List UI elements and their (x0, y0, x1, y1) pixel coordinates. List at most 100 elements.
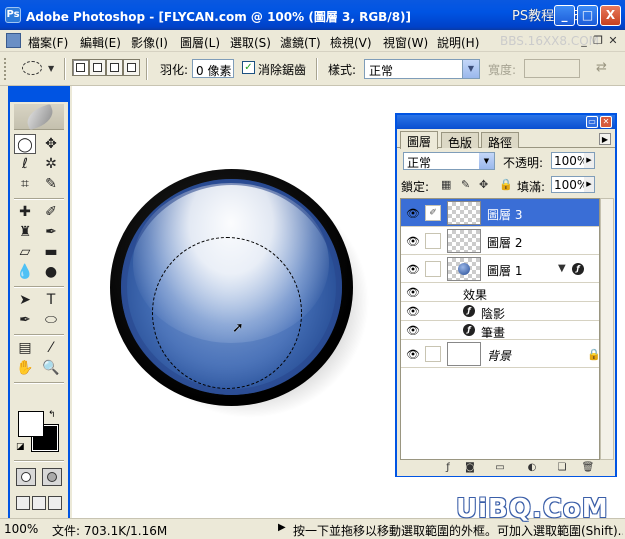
opacity-input[interactable]: 100% ▶ (551, 152, 595, 169)
maximize-button[interactable]: □ (577, 5, 598, 26)
link-cell[interactable] (425, 346, 441, 362)
notes-tool-icon[interactable]: ▤ (14, 338, 36, 358)
link-cell[interactable] (425, 261, 441, 277)
intersect-selection-button[interactable] (123, 59, 140, 76)
screen-mode-standard-button[interactable] (16, 496, 30, 510)
foreground-color-swatch[interactable] (18, 411, 44, 437)
healing-brush-tool-icon[interactable]: ✚ (14, 202, 36, 222)
elliptical-marquee-tool-icon[interactable]: ◯ (14, 134, 36, 154)
layer-row-3[interactable]: 👁 ✐ 圖層 3 (401, 199, 599, 227)
eye-icon[interactable]: 👁 (403, 286, 423, 299)
eye-icon[interactable]: 👁 (403, 305, 423, 318)
crop-tool-icon[interactable]: ⌗ (14, 174, 36, 194)
magic-wand-tool-icon[interactable]: ✲ (40, 154, 62, 174)
screen-mode-full-menu-button[interactable] (32, 496, 46, 510)
menu-layer[interactable]: 圖層(L) (180, 34, 220, 51)
menu-filter[interactable]: 濾鏡(T) (280, 34, 321, 51)
blur-tool-icon[interactable]: 💧 (14, 262, 36, 282)
zoom-tool-icon[interactable]: 🔍 (40, 358, 62, 378)
add-selection-button[interactable] (89, 59, 106, 76)
dodge-tool-icon[interactable]: ● (40, 262, 62, 282)
lasso-tool-icon[interactable]: ℓ (14, 154, 36, 174)
elliptical-selection-marquee[interactable] (152, 237, 302, 389)
expand-effects-icon[interactable]: ▼ (558, 263, 566, 274)
palette-title-bar[interactable]: ▭ ✕ (397, 115, 615, 129)
ellipse-shape-tool-icon[interactable]: ⬭ (40, 310, 62, 330)
effects-header-row[interactable]: 👁 效果 (401, 283, 599, 302)
document-icon[interactable] (6, 33, 21, 48)
quick-mask-button[interactable] (42, 468, 62, 486)
link-cell[interactable] (425, 233, 441, 249)
effect-row-drop-shadow[interactable]: 👁 ƒ 陰影 (401, 302, 599, 321)
layer-row-1[interactable]: 👁 圖層 1 ▼ ƒ (401, 255, 599, 283)
tab-layers[interactable]: 圖層 (400, 131, 439, 149)
palette-menu-button[interactable]: ▶ (599, 133, 611, 145)
swap-colors-icon[interactable]: ↰ (48, 410, 56, 420)
lock-transparency-icon[interactable]: ▦ (441, 178, 451, 191)
move-tool-icon[interactable]: ✥ (40, 134, 62, 154)
eye-icon[interactable]: 👁 (403, 324, 423, 337)
minimize-button[interactable]: _ (554, 5, 575, 26)
doc-restore-button[interactable]: ❐ (591, 34, 605, 48)
menu-image[interactable]: 影像(I) (131, 34, 168, 51)
fill-slider-icon[interactable]: ▶ (584, 177, 594, 192)
tool-preset-dropdown-icon[interactable]: ▼ (48, 64, 54, 73)
options-grip[interactable] (4, 58, 8, 80)
menu-help[interactable]: 說明(H) (437, 34, 479, 51)
style-select[interactable]: 正常 ▼ (364, 59, 480, 79)
toolbox-header[interactable] (14, 103, 64, 131)
new-group-icon[interactable]: ▭ (493, 462, 507, 474)
hand-tool-icon[interactable]: ✋ (14, 358, 36, 378)
palette-close-button[interactable]: ✕ (600, 116, 612, 128)
doc-minimize-button[interactable]: _ (577, 34, 591, 48)
eye-icon[interactable]: 👁 (403, 263, 423, 276)
lock-position-icon[interactable]: ✥ (479, 178, 488, 191)
fill-input[interactable]: 100% ▶ (551, 176, 595, 193)
history-brush-tool-icon[interactable]: ✒ (40, 222, 62, 242)
type-tool-icon[interactable]: T (40, 290, 62, 310)
clone-stamp-tool-icon[interactable]: ♜ (14, 222, 36, 242)
tab-paths[interactable]: 路徑 (481, 132, 520, 150)
doc-close-button[interactable]: ✕ (606, 34, 620, 48)
subtract-selection-button[interactable] (106, 59, 123, 76)
menu-edit[interactable]: 編輯(E) (80, 34, 121, 51)
gradient-tool-icon[interactable]: ▬ (40, 242, 62, 262)
menu-view[interactable]: 檢視(V) (330, 34, 372, 51)
path-selection-tool-icon[interactable]: ➤ (14, 290, 36, 310)
palette-minimize-button[interactable]: ▭ (586, 116, 598, 128)
slice-tool-icon[interactable]: ✎ (40, 174, 62, 194)
close-button[interactable]: X (600, 5, 621, 26)
eyedropper-tool-icon[interactable]: ⁄ (40, 338, 62, 358)
new-selection-button[interactable] (72, 59, 89, 76)
status-menu-icon[interactable]: ▶ (278, 522, 286, 533)
add-mask-icon[interactable]: ◙ (463, 462, 477, 474)
blend-mode-select[interactable]: 正常 ▼ (403, 152, 495, 170)
menu-file[interactable]: 檔案(F) (28, 34, 68, 51)
effect-row-stroke[interactable]: 👁 ƒ 筆畫 (401, 321, 599, 340)
eraser-tool-icon[interactable]: ▱ (14, 242, 36, 262)
trash-icon[interactable]: 🗑 (581, 462, 595, 474)
layer-row-background[interactable]: 👁 背景 🔒 (401, 340, 599, 368)
new-adjustment-layer-icon[interactable]: ◐ (525, 462, 539, 474)
new-layer-icon[interactable]: ❏ (555, 462, 569, 474)
zoom-level[interactable]: 100% (4, 522, 38, 536)
pen-tool-icon[interactable]: ✒ (14, 310, 36, 330)
eye-icon[interactable]: 👁 (403, 348, 423, 361)
tab-channels[interactable]: 色版 (441, 132, 480, 150)
opacity-slider-icon[interactable]: ▶ (584, 153, 594, 168)
antialias-checkbox[interactable]: ✓ (242, 61, 255, 74)
lock-pixels-icon[interactable]: ✎ (461, 178, 470, 191)
add-layer-style-icon[interactable]: ƒ (441, 462, 455, 474)
brush-link-icon[interactable]: ✐ (425, 205, 441, 221)
photoshop-app-icon[interactable]: Ps (5, 7, 21, 23)
menu-select[interactable]: 選取(S) (230, 34, 271, 51)
eye-icon[interactable]: 👁 (403, 207, 423, 220)
layer-row-2[interactable]: 👁 圖層 2 (401, 227, 599, 255)
standard-mode-button[interactable] (16, 468, 36, 486)
lock-all-icon[interactable]: 🔒 (499, 178, 513, 191)
screen-mode-full-button[interactable] (48, 496, 62, 510)
elliptical-marquee-icon[interactable] (22, 61, 42, 75)
eye-icon[interactable]: 👁 (403, 235, 423, 248)
layers-scrollbar[interactable] (600, 198, 614, 460)
fx-icon[interactable]: ƒ (572, 263, 584, 275)
